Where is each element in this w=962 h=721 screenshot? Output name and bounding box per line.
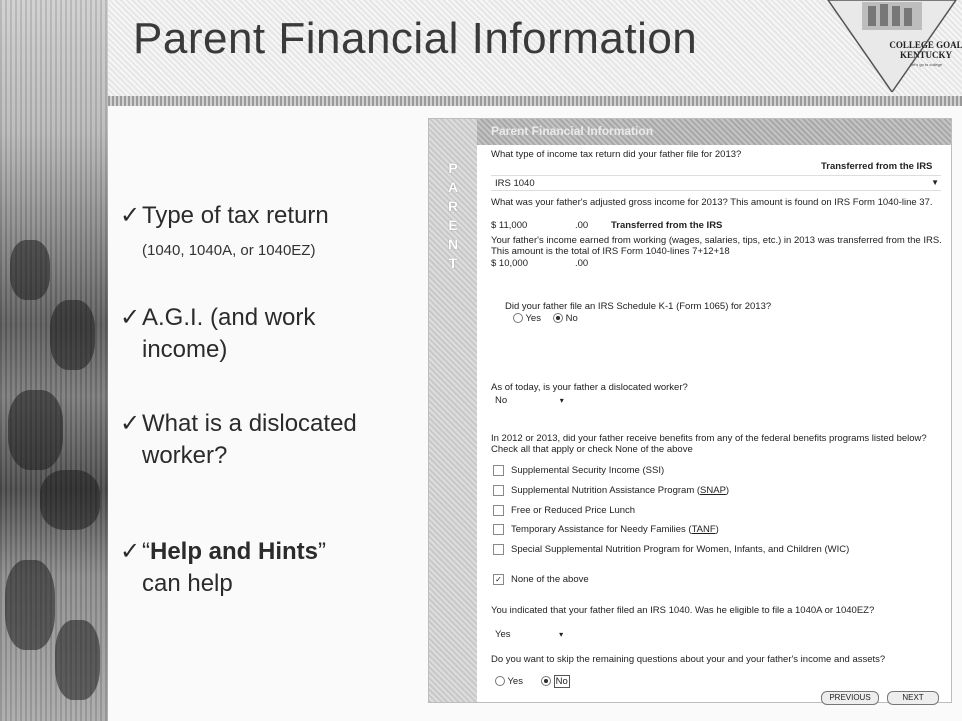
benefit-snap-checkbox[interactable]	[493, 485, 504, 496]
radio-no-icon	[553, 313, 563, 324]
bullet-help-hints: ✓“Help and Hints” can help	[120, 538, 327, 597]
bullet-agi: ✓A.G.I. (and work income)	[120, 304, 316, 363]
chevron-down-icon: ▾	[559, 630, 564, 639]
photo-figure	[40, 470, 100, 530]
panel-sidebar: P A R E N T	[429, 119, 477, 702]
radio-no-icon	[541, 676, 551, 687]
benefit-lunch-checkbox[interactable]	[493, 505, 504, 516]
logo-tagline: Let's go to college	[910, 62, 943, 67]
radio-yes-icon	[513, 313, 523, 324]
benefit-wic-label: Special Supplemental Nutrition Program f…	[511, 544, 850, 555]
checkmark-icon: ✓	[120, 202, 141, 229]
photo-figure	[55, 620, 100, 700]
transferred-label: Transferred from the IRS	[821, 161, 933, 172]
question-k1: Did your father file an IRS Schedule K-1…	[505, 301, 772, 312]
question-1040a: You indicated that your father filed an …	[491, 605, 875, 616]
tanf-link[interactable]: TANF	[692, 524, 716, 535]
benefit-none-label: None of the above	[511, 574, 589, 585]
snap-link[interactable]: SNAP	[700, 485, 726, 496]
slide-title: Parent Financial Information	[133, 14, 698, 63]
dislocated-select[interactable]: No ▾	[495, 395, 564, 406]
logo-line1: COLLEGE GOAL	[889, 40, 962, 50]
benefit-ssi-label: Supplemental Security Income (SSI)	[511, 465, 665, 476]
work-income-cents: .00	[575, 258, 589, 269]
question-skip: Do you want to skip the remaining questi…	[491, 654, 886, 665]
k1-no-option[interactable]: No	[553, 313, 578, 324]
photo-figure	[50, 300, 95, 370]
k1-yes-option[interactable]: Yes	[513, 313, 541, 324]
tax-type-select[interactable]: IRS 1040 ▼	[491, 175, 941, 191]
chevron-down-icon: ▼	[931, 178, 939, 187]
benefit-none-checkbox[interactable]: ✓	[493, 574, 504, 585]
question-agi: What was your father's adjusted gross in…	[491, 197, 933, 208]
checkmark-icon: ✓	[120, 304, 141, 331]
checkmark-icon: ✓	[120, 538, 141, 565]
next-button[interactable]: NEXT	[887, 691, 939, 705]
panel-header: Parent Financial Information	[477, 119, 951, 145]
bullet-subtext: (1040, 1040A, or 1040EZ)	[142, 242, 316, 259]
checkmark-icon: ✓	[120, 410, 141, 437]
benefit-tanf-checkbox[interactable]	[493, 524, 504, 535]
previous-button[interactable]: PREVIOUS	[821, 691, 879, 705]
benefit-ssi-checkbox[interactable]	[493, 465, 504, 476]
agi-cents: .00	[575, 220, 589, 231]
chevron-down-icon: ▾	[559, 396, 564, 405]
question-work-income: Your father's income earned from working…	[491, 235, 942, 257]
benefit-lunch-label: Free or Reduced Price Lunch	[511, 505, 636, 516]
photo-figure	[10, 240, 50, 300]
agi-input[interactable]: $ 11,000	[491, 220, 527, 231]
photo-strip-image	[0, 0, 108, 721]
benefit-wic-checkbox[interactable]	[493, 544, 504, 555]
title-divider	[108, 96, 962, 106]
photo-figure	[5, 560, 55, 650]
photo-figure	[8, 390, 63, 470]
parent-vertical-label: P A R E N T	[447, 160, 459, 271]
benefit-snap-label: Supplemental Nutrition Assistance Progra…	[511, 485, 730, 496]
question-benefits: In 2012 or 2013, did your father receive…	[491, 433, 927, 455]
benefit-tanf-label: Temporary Assistance for Needy Families …	[511, 524, 719, 535]
bullet-tax-return: ✓Type of tax return (1040, 1040A, or 104…	[120, 202, 329, 259]
question-dislocated: As of today, is your father a dislocated…	[491, 382, 688, 393]
college-goal-logo: COLLEGE GOAL KENTUCKY Let's go to colleg…	[822, 0, 962, 94]
fafsa-screenshot-panel: P A R E N T Parent Financial Information…	[428, 118, 952, 705]
radio-yes-icon	[495, 676, 505, 687]
work-income-input[interactable]: $ 10,000	[491, 258, 528, 269]
slide: Parent Financial Information COLLEGE GOA…	[0, 0, 962, 721]
logo-line2: KENTUCKY	[900, 50, 953, 60]
skip-yes-option[interactable]: Yes	[495, 676, 523, 687]
question-tax-type: What type of income tax return did your …	[491, 149, 742, 160]
skip-no-option[interactable]: No	[541, 675, 570, 688]
bullet-dislocated: ✓What is a dislocated worker?	[120, 410, 357, 469]
agi-transferred: Transferred from the IRS	[611, 220, 723, 231]
eligible-select[interactable]: Yes ▾	[495, 629, 563, 640]
